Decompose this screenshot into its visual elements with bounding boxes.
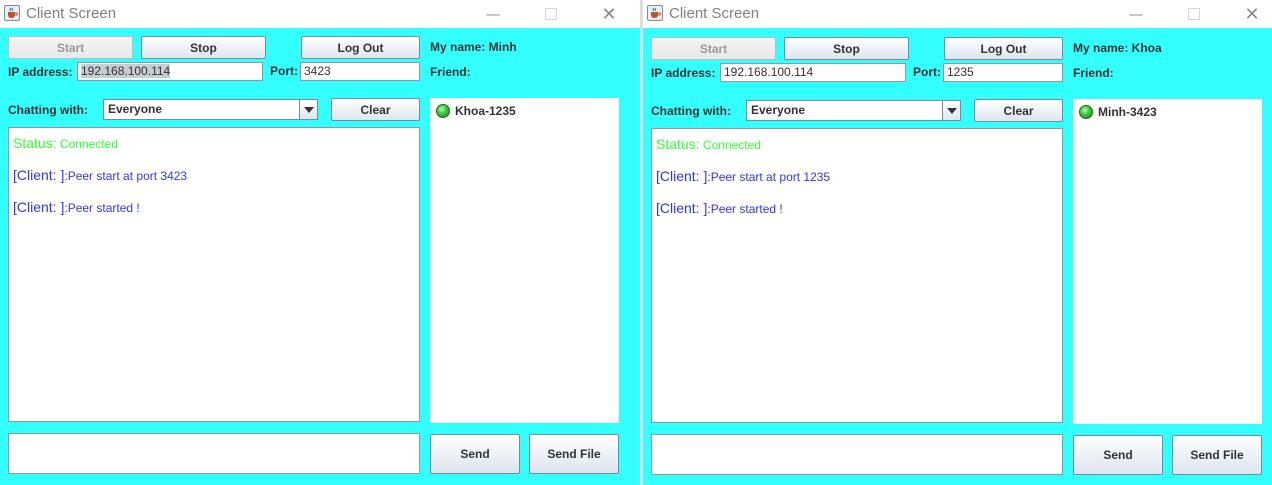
ip-address-label: IP address: [8,65,73,79]
friend-list[interactable]: Khoa-1235 [430,98,619,423]
chatting-with-label: Chatting with: [8,103,88,117]
ip-address-field[interactable]: 192.168.100.114 [77,62,263,81]
client-panel: Start Stop Log Out My name: Khoa IP addr… [643,28,1272,485]
clear-button[interactable]: Clear [331,98,420,121]
start-button[interactable]: Start [651,37,776,60]
logout-button[interactable]: Log Out [944,37,1063,60]
port-field[interactable]: 3423 [300,62,420,81]
chat-message: [Client: ]:Peer started ! [656,200,783,216]
chat-history[interactable]: Status: Connected [Client: ]:Peer start … [651,128,1063,423]
minimize-icon[interactable]: — [1114,0,1158,28]
chat-message-status: Status: Connected [656,136,761,152]
message-input[interactable] [8,433,420,474]
ip-address-label: IP address: [651,66,716,80]
port-label: Port: [913,65,941,79]
maximize-icon[interactable] [1172,0,1216,28]
chat-message: [Client: ]:Peer start at port 3423 [13,167,188,183]
java-cup-icon [4,5,20,21]
online-status-icon [1079,105,1093,119]
chatting-with-select[interactable]: Everyone [103,99,318,120]
java-cup-icon [647,5,663,21]
title-bar[interactable]: Client Screen — ✕ [643,0,1272,28]
close-icon[interactable]: ✕ [1230,0,1272,28]
port-field[interactable]: 1235 [943,63,1063,82]
friend-label: Friend: [430,65,471,79]
stop-button[interactable]: Stop [141,36,266,59]
client-panel: Start Stop Log Out My name: Minh IP addr… [0,28,640,485]
client-window-khoa: Client Screen — ✕ Start Stop Log Out My … [643,0,1272,485]
message-input[interactable] [651,434,1063,475]
client-window-minh: Client Screen — ✕ Start Stop Log Out My … [0,0,640,485]
friend-name: Khoa-1235 [455,104,516,118]
friend-list[interactable]: Minh-3423 [1073,99,1262,424]
maximize-icon[interactable] [529,0,573,28]
chevron-down-icon[interactable] [299,100,317,119]
window-title: Client Screen [669,5,760,22]
my-name-label: My name: Minh [430,40,517,54]
ip-address-field[interactable]: 192.168.100.114 [720,63,906,82]
stop-button[interactable]: Stop [784,37,909,60]
logout-button[interactable]: Log Out [301,36,420,59]
close-icon[interactable]: ✕ [587,0,631,28]
friend-name: Minh-3423 [1098,105,1157,119]
chatting-with-value: Everyone [751,103,806,117]
friend-list-item[interactable]: Khoa-1235 [436,104,516,118]
window-title: Client Screen [26,5,117,22]
chatting-with-label: Chatting with: [651,104,731,118]
online-status-icon [436,104,450,118]
ip-address-value: 192.168.100.114 [81,64,171,78]
my-name-label: My name: Khoa [1073,41,1162,55]
start-button[interactable]: Start [8,36,133,59]
send-button[interactable]: Send [430,434,520,474]
clear-button[interactable]: Clear [974,99,1063,122]
send-file-button[interactable]: Send File [1172,435,1262,475]
friend-label: Friend: [1073,66,1114,80]
chat-history[interactable]: Status: Connected [Client: ]:Peer start … [8,127,420,422]
send-button[interactable]: Send [1073,435,1163,475]
chat-message: [Client: ]:Peer start at port 1235 [656,168,831,184]
chat-message: [Client: ]:Peer started ! [13,199,140,215]
chevron-down-icon[interactable] [942,101,960,120]
send-file-button[interactable]: Send File [529,434,619,474]
title-bar[interactable]: Client Screen — ✕ [0,0,640,28]
chat-message-status: Status: Connected [13,135,118,151]
chatting-with-select[interactable]: Everyone [746,100,961,121]
minimize-icon[interactable]: — [471,0,515,28]
friend-list-item[interactable]: Minh-3423 [1079,105,1157,119]
port-label: Port: [270,64,298,78]
chatting-with-value: Everyone [108,102,163,116]
